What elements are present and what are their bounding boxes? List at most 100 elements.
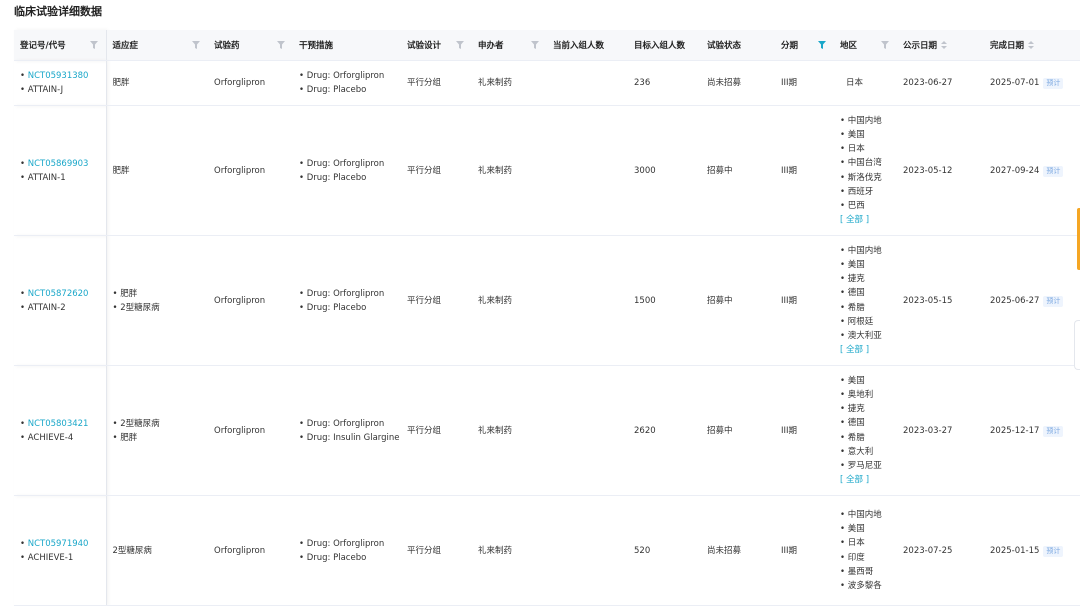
cell-current-enroll xyxy=(547,235,628,366)
col-header-phase: 分期 xyxy=(775,30,834,61)
show-all-regions-link[interactable]: [ 全部 ] xyxy=(840,213,897,227)
cell-region: 美国 奥地利 捷克 德国 希腊 意大利 罗马尼亚 [ 全部 ] xyxy=(834,365,897,496)
cell-indication: 肥胖 xyxy=(106,60,208,106)
cell-status: 招募中 xyxy=(701,365,775,496)
sort-icon[interactable] xyxy=(941,40,948,50)
cell-region: 中国内地 美国 日本 中国台湾 斯洛伐克 西班牙 巴西 [ 全部 ] xyxy=(834,105,897,236)
col-header-status: 试验状态 xyxy=(701,30,775,61)
intervention-item: Drug: Orforglipron xyxy=(299,537,401,551)
region-item: 美国 xyxy=(840,374,897,388)
filter-icon[interactable] xyxy=(277,41,285,49)
cell-current-enroll xyxy=(547,365,628,496)
nct-link[interactable]: NCT05971940 xyxy=(20,537,106,551)
cell-status: 招募中 xyxy=(701,235,775,366)
cell-drug: Orforglipron xyxy=(208,235,293,366)
show-all-regions-link[interactable]: [ 全部 ] xyxy=(840,473,897,487)
nct-link[interactable]: NCT05803421 xyxy=(20,417,106,431)
cell-current-enroll xyxy=(547,105,628,236)
intervention-item: Drug: Placebo xyxy=(299,301,401,315)
region-item: 捷克 xyxy=(840,402,897,416)
region-item: 美国 xyxy=(840,522,897,536)
trial-code: ATTAIN-J xyxy=(20,83,106,97)
cell-complete-date: 2025-01-15 预计 xyxy=(984,495,1080,606)
filter-icon-active[interactable] xyxy=(818,41,826,49)
col-label: 当前入组人数 xyxy=(553,41,605,51)
cell-status: 招募中 xyxy=(701,105,775,236)
complete-date-text: 2025-01-15 xyxy=(990,545,1040,556)
table-row: NCT05872620 ATTAIN-2 肥胖 2型糖尿病 Orforglipr… xyxy=(14,235,1080,366)
indication-item: 2型糖尿病 xyxy=(113,417,209,431)
cell-drug: Orforglipron xyxy=(208,495,293,606)
cell-target-enroll: 2620 xyxy=(628,365,701,496)
indication-item: 2型糖尿病 xyxy=(113,301,209,315)
col-header-complete-date[interactable]: 完成日期 xyxy=(984,30,1080,61)
cell-reg-id: NCT05869903 ATTAIN-1 xyxy=(14,105,107,236)
cell-pub-date: 2023-03-27 xyxy=(897,365,984,496)
region-item: 中国台湾 xyxy=(840,156,897,170)
col-header-reg-id: 登记号/代号 xyxy=(14,30,107,61)
region-item: 捷克 xyxy=(840,272,897,286)
nct-link[interactable]: NCT05872620 xyxy=(20,287,106,301)
cell-target-enroll: 520 xyxy=(628,495,701,606)
region-item: 阿根廷 xyxy=(840,315,897,329)
region-item: 意大利 xyxy=(840,445,897,459)
filter-icon[interactable] xyxy=(89,41,98,49)
filter-icon[interactable] xyxy=(456,41,464,49)
sort-icon[interactable] xyxy=(1028,40,1035,50)
nct-link[interactable]: NCT05869903 xyxy=(20,157,106,171)
table-row: NCT05803421 ACHIEVE-4 2型糖尿病 肥胖 Orforglip… xyxy=(14,365,1080,496)
region-item: 中国内地 xyxy=(840,244,897,258)
col-header-pub-date[interactable]: 公示日期 xyxy=(897,30,984,61)
cell-status: 尚未招募 xyxy=(701,495,775,606)
cell-target-enroll: 3000 xyxy=(628,105,701,236)
col-header-intervention: 干预措施 xyxy=(293,30,401,61)
cell-intervention: Drug: Orforglipron Drug: Placebo xyxy=(293,495,401,606)
region-item: 日本 xyxy=(840,536,897,550)
cell-design: 平行分组 xyxy=(401,365,472,496)
cell-pub-date: 2023-07-25 xyxy=(897,495,984,606)
cell-current-enroll xyxy=(547,60,628,106)
cell-drug: Orforglipron xyxy=(208,60,293,106)
trial-code: ATTAIN-2 xyxy=(20,301,106,315)
cell-complete-date: 2025-06-27 预计 xyxy=(984,235,1080,366)
col-label: 干预措施 xyxy=(299,41,334,51)
estimate-badge: 预计 xyxy=(1043,425,1064,437)
col-label: 地区 xyxy=(840,41,858,51)
cell-intervention: Drug: Orforglipron Drug: Insulin Glargin… xyxy=(293,365,401,496)
table-row: NCT05931380 ATTAIN-J 肥胖 Orforglipron Dru… xyxy=(14,60,1080,106)
cell-pub-date: 2023-06-27 xyxy=(897,60,984,106)
cell-region: 中国内地 美国 捷克 德国 希腊 阿根廷 澳大利亚 [ 全部 ] xyxy=(834,235,897,366)
cell-intervention: Drug: Orforglipron Drug: Placebo xyxy=(293,60,401,106)
filter-icon[interactable] xyxy=(192,41,200,49)
show-all-regions-link[interactable]: [ 全部 ] xyxy=(840,343,897,357)
trials-table: 登记号/代号 适应症 试验药 干预措施 试验设计 申办者 当前入组人数 目标入组… xyxy=(14,30,1080,606)
cell-current-enroll xyxy=(547,495,628,606)
col-header-indication: 适应症 xyxy=(106,30,208,61)
estimate-badge: 预计 xyxy=(1043,545,1064,557)
cell-complete-date: 2025-12-17 预计 xyxy=(984,365,1080,496)
filter-icon[interactable] xyxy=(881,41,889,49)
cell-phase: III期 xyxy=(775,105,834,236)
cell-design: 平行分组 xyxy=(401,235,472,366)
cell-indication: 2型糖尿病 xyxy=(106,495,208,606)
cell-phase: III期 xyxy=(775,60,834,106)
cell-reg-id: NCT05971940 ACHIEVE-1 xyxy=(14,495,107,606)
region-item: 美国 xyxy=(840,128,897,142)
col-label: 试验药 xyxy=(214,41,240,51)
col-label: 试验状态 xyxy=(707,41,742,51)
cell-phase: III期 xyxy=(775,365,834,496)
filter-icon[interactable] xyxy=(531,41,539,49)
region-item: 希腊 xyxy=(840,431,897,445)
region-item: 中国内地 xyxy=(840,508,897,522)
region-item: 日本 xyxy=(840,142,897,156)
cell-sponsor: 礼来制药 xyxy=(472,495,547,606)
col-header-current-enroll: 当前入组人数 xyxy=(547,30,628,61)
side-float-panel[interactable] xyxy=(1074,320,1080,370)
indication-text: 2型糖尿病 xyxy=(112,545,152,556)
estimate-badge: 预计 xyxy=(1043,78,1064,89)
cell-reg-id: NCT05803421 ACHIEVE-4 xyxy=(14,365,107,496)
cell-region: 日本 xyxy=(834,60,897,106)
col-header-sponsor: 申办者 xyxy=(472,30,547,61)
nct-link[interactable]: NCT05931380 xyxy=(20,69,106,83)
region-item: 德国 xyxy=(840,416,897,430)
